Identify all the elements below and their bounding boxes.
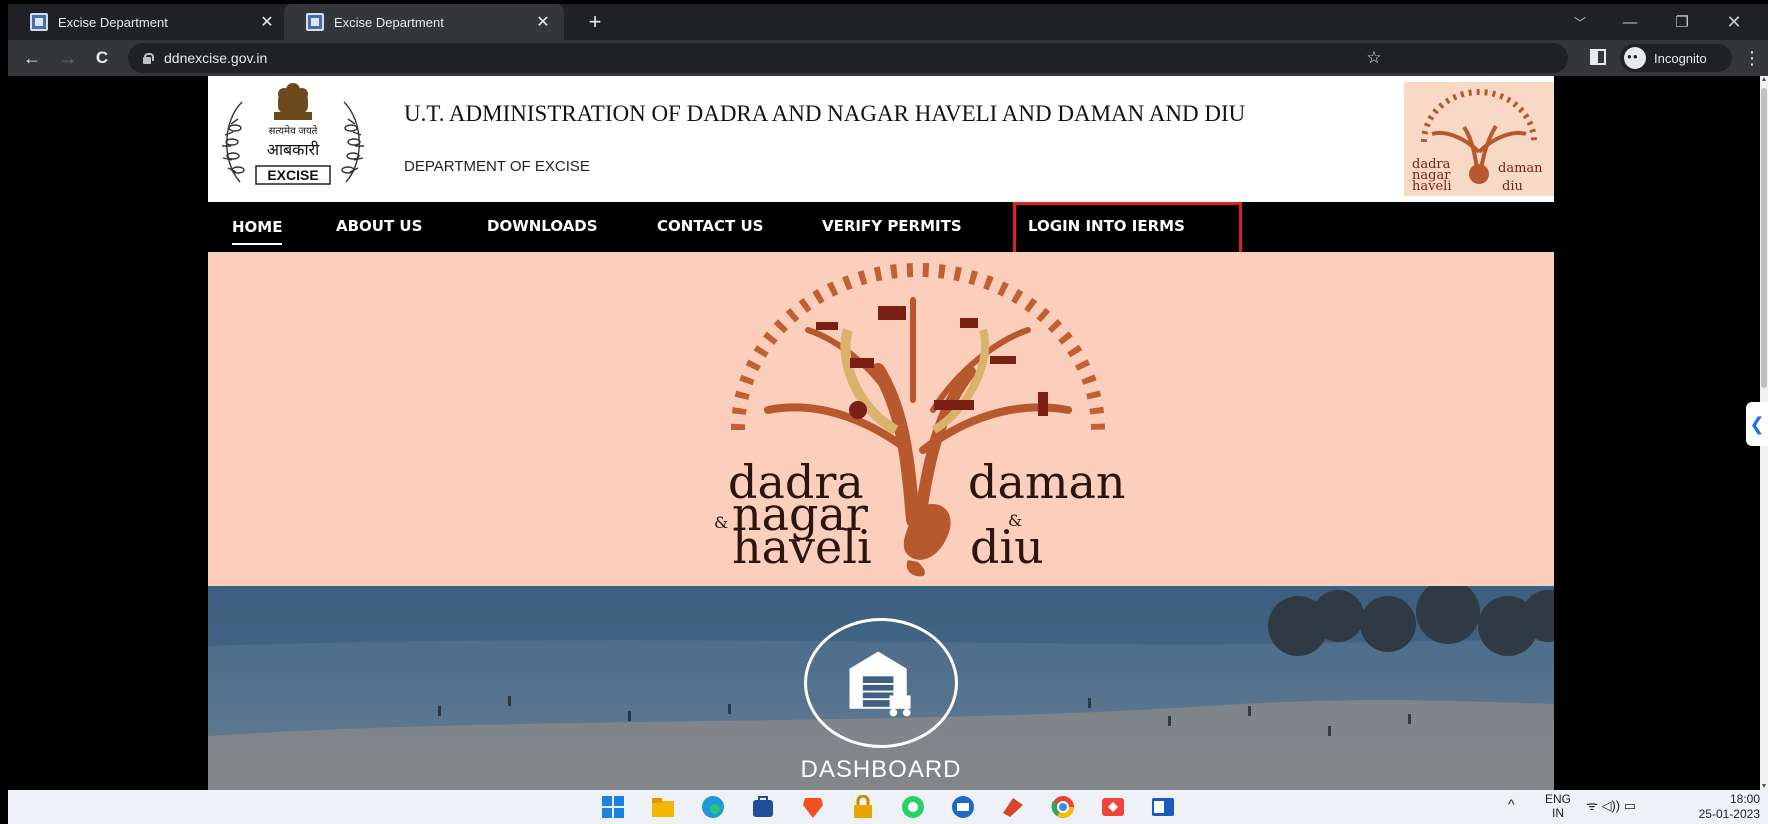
- corner-haveli: haveli: [1412, 179, 1451, 194]
- corner-diu: diu: [1502, 179, 1523, 194]
- word-icon[interactable]: [1150, 795, 1176, 819]
- new-tab-icon[interactable]: +: [581, 8, 609, 36]
- beach-hero: DASHBOARD: [208, 586, 1554, 790]
- excise-emblem-logo: सत्यमेव जयते आबकारी EXCISE: [222, 83, 364, 185]
- browser-window: Excise Department ✕ Excise Department ✕ …: [8, 4, 1768, 824]
- tab-close-icon[interactable]: ✕: [258, 12, 276, 32]
- warehouse-icon: [849, 651, 911, 717]
- whatsapp-icon[interactable]: [900, 795, 926, 819]
- nav-home[interactable]: HOME: [232, 207, 283, 245]
- tab-favicon-icon: [306, 13, 324, 31]
- tab-excise-1[interactable]: Excise Department ✕: [8, 4, 288, 40]
- tree-logo: dadra & nagar haveli daman & diu: [714, 263, 1126, 577]
- file-explorer-icon[interactable]: [650, 795, 676, 819]
- browser-menu-icon[interactable]: ⋮: [1742, 44, 1762, 72]
- tab-title: Excise Department: [58, 14, 168, 30]
- windows-start-icon[interactable]: [600, 795, 626, 819]
- banner-diu: diu: [970, 520, 1044, 574]
- tab-close-icon[interactable]: ✕: [534, 12, 552, 32]
- lang-code: ENG: [1544, 792, 1571, 806]
- brave-icon[interactable]: [800, 795, 826, 819]
- taskbar-clock[interactable]: 18:00 25-01-2023: [1668, 792, 1760, 822]
- tray-status-icons[interactable]: ᯤ ◁)) ▭: [1586, 796, 1636, 814]
- incognito-label: Incognito: [1654, 50, 1707, 66]
- remote-desktop-icon[interactable]: [950, 795, 976, 819]
- scroll-thumb[interactable]: [1761, 88, 1767, 388]
- page-viewport: सत्यमेव जयते आबकारी EXCISE U.T. ADMINIST…: [8, 76, 1760, 790]
- tab-title: Excise Department: [334, 14, 444, 30]
- reload-icon[interactable]: C: [88, 44, 116, 72]
- browser-toolbar: ← → C ddnexcise.gov.in ☆ Incognito ⋮: [8, 40, 1768, 76]
- nav-contact-us[interactable]: CONTACT US: [657, 202, 763, 252]
- nav-about-us[interactable]: ABOUT US: [336, 202, 422, 252]
- site-subtitle: DEPARTMENT OF EXCISE: [404, 158, 590, 175]
- emblem-excise-text: EXCISE: [267, 167, 318, 183]
- banner-daman: daman: [968, 455, 1126, 509]
- lock-app-icon[interactable]: [850, 794, 876, 819]
- clock-date: 25-01-2023: [1698, 807, 1760, 821]
- side-panel-icon[interactable]: [1590, 49, 1606, 65]
- minimize-icon[interactable]: —: [1604, 4, 1656, 40]
- site-title: U.T. ADMINISTRATION OF DADRA AND NAGAR H…: [404, 101, 1246, 126]
- incognito-icon: [1624, 47, 1646, 69]
- address-bar[interactable]: ddnexcise.gov.in ☆: [128, 43, 1568, 73]
- tab-search-chevron-icon[interactable]: ﹀: [1554, 4, 1606, 40]
- dnh-ddd-banner: dadra & nagar haveli daman & diu: [208, 252, 1554, 586]
- forward-icon[interactable]: →: [54, 44, 82, 72]
- side-drawer-toggle-icon[interactable]: ❮: [1746, 402, 1768, 446]
- banner-amp-left: &: [714, 513, 728, 532]
- tray-overflow-icon[interactable]: ^: [1508, 796, 1515, 812]
- corner-daman: daman: [1498, 161, 1543, 176]
- scroll-up-icon[interactable]: ▲: [1760, 76, 1768, 83]
- url-text[interactable]: ddnexcise.gov.in: [164, 50, 267, 66]
- windows-taskbar: ^ ENG IN ᯤ ◁)) ▭ 18:00 25-01-2023: [8, 790, 1768, 824]
- dnh-ddd-corner-logo: dadra nagar haveli daman diu: [1404, 82, 1554, 196]
- site-nav: HOME ABOUT US DOWNLOADS CONTACT US VERIF…: [208, 202, 1554, 252]
- store-icon[interactable]: [750, 795, 776, 819]
- bookmark-star-icon[interactable]: ☆: [1360, 43, 1388, 73]
- edge-icon[interactable]: [700, 795, 726, 819]
- app-icon[interactable]: [1000, 795, 1026, 819]
- banner-haveli: haveli: [732, 520, 872, 574]
- tab-strip: Excise Department ✕ Excise Department ✕ …: [8, 4, 1768, 40]
- chrome-icon[interactable]: [1050, 795, 1076, 819]
- site-page: सत्यमेव जयते आबकारी EXCISE U.T. ADMINIST…: [208, 76, 1554, 790]
- emblem-motto: सत्यमेव जयते: [269, 125, 318, 137]
- nav-verify-permits[interactable]: VERIFY PERMITS: [822, 202, 962, 252]
- clock-time: 18:00: [1729, 792, 1760, 806]
- site-header: सत्यमेव जयते आबकारी EXCISE U.T. ADMINIST…: [208, 76, 1554, 202]
- language-indicator[interactable]: ENG IN: [1538, 792, 1578, 820]
- tab-excise-2[interactable]: Excise Department ✕: [284, 4, 564, 40]
- back-icon[interactable]: ←: [18, 44, 46, 72]
- dashboard-circle[interactable]: [804, 618, 958, 748]
- incognito-indicator[interactable]: Incognito: [1620, 44, 1732, 72]
- emblem-abkari-text: आबकारी: [267, 140, 320, 159]
- tab-favicon-icon: [30, 13, 48, 31]
- scroll-down-icon[interactable]: ▼: [1760, 783, 1768, 790]
- lang-region: IN: [1552, 806, 1564, 820]
- restore-icon[interactable]: ❐: [1656, 4, 1708, 40]
- lock-icon[interactable]: [142, 52, 154, 64]
- close-window-icon[interactable]: ✕: [1708, 4, 1760, 40]
- dashboard-label[interactable]: DASHBOARD: [768, 756, 994, 784]
- nav-downloads[interactable]: DOWNLOADS: [487, 202, 598, 252]
- anydesk-icon[interactable]: [1100, 795, 1126, 819]
